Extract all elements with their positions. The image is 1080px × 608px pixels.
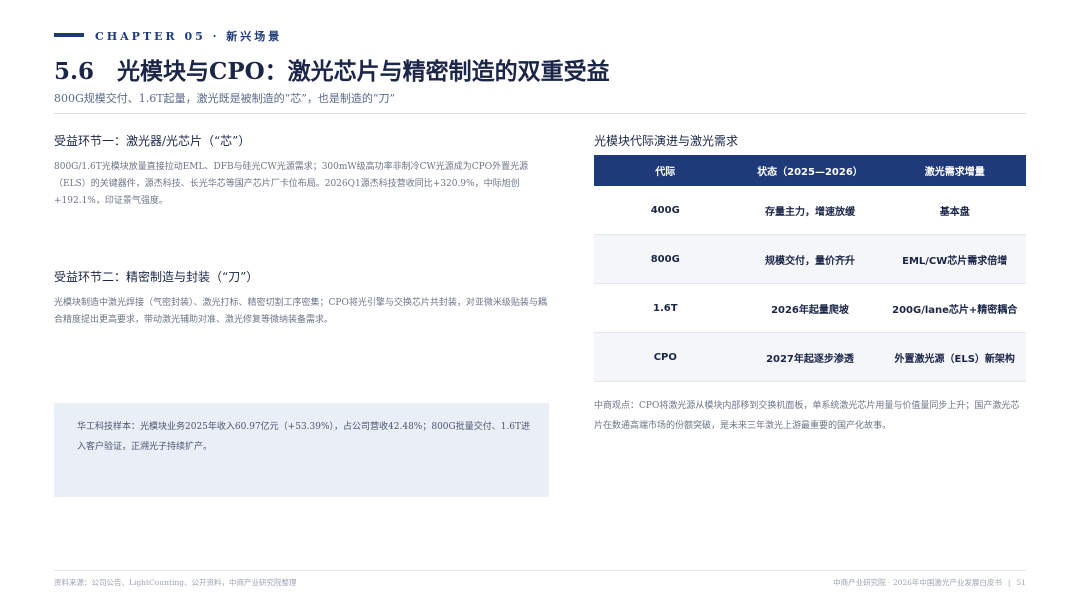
table-row: 800G 规模交付，量价齐升 EML/CW芯片需求倍增 — [594, 234, 1026, 284]
table-cell: 2026年起量爬坡 — [736, 283, 884, 333]
section1-body: 800G/1.6T光模块放量直接拉动EML、DFB与硅光CW光源需求；300mW… — [54, 162, 529, 206]
table-cell: 2027年起逐步渗透 — [736, 332, 884, 382]
table-cell: 外置激光源（ELS）新架构 — [883, 332, 1026, 382]
footer-source: 资料来源：公司公告、LightCounting、公开资料，中商产业研究院整理 — [54, 578, 297, 587]
chapter-label: CHAPTER 05 · 新兴场景 — [95, 30, 283, 43]
table-cell: 基本盘 — [883, 186, 1026, 235]
table-cell: 规模交付，量价齐升 — [736, 234, 884, 284]
header-divider — [54, 113, 1026, 114]
section1-heading: 受益环节一：激光器/光芯片（“芯”） — [54, 134, 251, 148]
table-cell: EML/CW芯片需求倍增 — [883, 234, 1026, 284]
table-row: CPO 2027年起逐步渗透 外置激光源（ELS）新架构 — [594, 332, 1026, 382]
page-subtitle: 800G规模交付、1.6T起量，激光既是被制造的“芯”，也是制造的“刀” — [54, 92, 396, 105]
sample-callout-box: 华工科技样本：光模块业务2025年收入60.97亿元（+53.39%），占公司营… — [54, 403, 549, 497]
table-header-row: 代际 状态（2025—2026） 激光需求增量 — [594, 155, 1026, 186]
table-row: 1.6T 2026年起量爬坡 200G/lane芯片+精密耦合 — [594, 283, 1026, 333]
table-header-cell: 状态（2025—2026） — [736, 155, 884, 186]
page-title: 5.6 光模块与CPO：激光芯片与精密制造的双重受益 — [54, 58, 610, 85]
table-cell: 400G — [594, 186, 737, 235]
analyst-note: 中商观点：CPO将激光源从模块内部移到交换机面板，单系统激光芯片用量与价值量同步… — [594, 401, 1020, 431]
table-cell: 存量主力，增速放缓 — [736, 186, 884, 235]
table-cell: 1.6T — [594, 283, 737, 333]
section2-body: 光模块制造中激光焊接（气密封装）、激光打标、精密切割工序密集；CPO将光引擎与交… — [54, 298, 547, 325]
footer-separator: | — [1007, 578, 1011, 587]
footer-divider — [54, 570, 1026, 571]
page-number: 51 — [1016, 578, 1026, 587]
footer-publisher-block: 中商产业研究院 · 2026年中国激光产业发展白皮书 | 51 — [833, 577, 1026, 588]
footer-publisher: 中商产业研究院 · 2026年中国激光产业发展白皮书 — [833, 578, 1002, 587]
table-header-cell: 代际 — [594, 155, 737, 186]
generation-table: 代际 状态（2025—2026） 激光需求增量 400G 存量主力，增速放缓 基… — [594, 155, 1026, 382]
table-cell: 800G — [594, 234, 737, 284]
table-row: 400G 存量主力，增速放缓 基本盘 — [594, 186, 1026, 235]
section2-heading: 受益环节二：精密制造与封装（“刀”） — [54, 270, 259, 284]
table-header-cell: 激光需求增量 — [883, 155, 1026, 186]
chapter-accent-bar — [54, 33, 84, 37]
sample-callout-text: 华工科技样本：光模块业务2025年收入60.97亿元（+53.39%），占公司营… — [77, 422, 531, 452]
table-title: 光模块代际演进与激光需求 — [594, 134, 739, 148]
table-cell: 200G/lane芯片+精密耦合 — [883, 283, 1026, 333]
table-cell: CPO — [594, 332, 737, 382]
